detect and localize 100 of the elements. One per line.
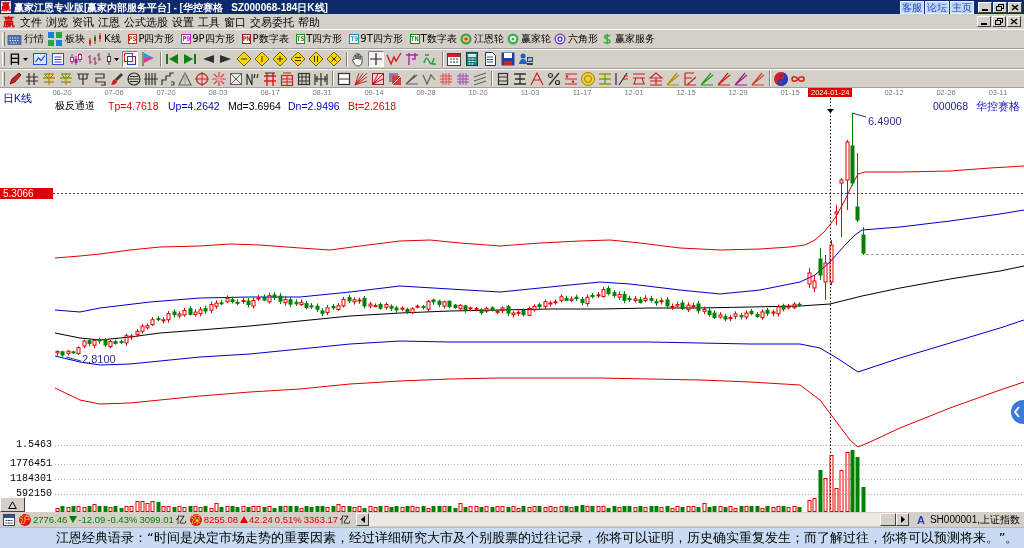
parallel-lines-icon[interactable] xyxy=(472,70,488,87)
toolbar-button[interactable]: 9P四方形 xyxy=(192,33,235,45)
toolbar-button[interactable]: 板块 xyxy=(65,33,85,45)
flag-lines-icon[interactable] xyxy=(682,70,698,87)
menu-item[interactable]: 浏览 xyxy=(44,14,70,29)
diamond-icon[interactable] xyxy=(254,51,270,67)
circle-lines-icon[interactable] xyxy=(126,70,142,87)
hash-icon[interactable] xyxy=(24,70,40,87)
pencil-lines-icon[interactable] xyxy=(614,70,630,87)
diamond-icon[interactable] xyxy=(308,51,324,67)
wheel-icon[interactable] xyxy=(506,33,519,45)
scroll-right-button[interactable] xyxy=(896,513,909,526)
percent-icon[interactable] xyxy=(546,70,562,87)
toolbar-button[interactable]: 赢家轮 xyxy=(520,33,551,45)
grid-icon[interactable] xyxy=(296,70,312,87)
square-icon[interactable] xyxy=(336,70,352,87)
period-dropdown[interactable]: 日 xyxy=(7,50,30,68)
ruled-box-icon[interactable] xyxy=(495,70,511,87)
users-icon[interactable] xyxy=(518,51,534,67)
restore-button[interactable] xyxy=(993,1,1007,13)
hook-icon[interactable] xyxy=(92,70,108,87)
toolbar-button[interactable]: 行情 xyxy=(24,33,44,45)
calendar-icon[interactable] xyxy=(3,513,15,526)
save-icon[interactable] xyxy=(500,51,516,67)
level-lines-icon[interactable] xyxy=(648,70,664,87)
minimize-button[interactable] xyxy=(977,16,991,27)
pen-icon[interactable] xyxy=(7,70,23,87)
menu-item[interactable]: 工具 xyxy=(196,14,222,29)
diamond-icon[interactable] xyxy=(236,51,252,67)
panel-toggle-button[interactable] xyxy=(0,497,25,512)
bars-icon[interactable] xyxy=(143,70,159,87)
toolbar-button[interactable]: 江恩轮 xyxy=(473,33,504,45)
unit-label: 亿 xyxy=(175,513,186,526)
indicator-value: Bt=2.2618 xyxy=(348,100,397,112)
layers-icon[interactable] xyxy=(387,70,403,87)
menu-item[interactable]: 交易委托 xyxy=(248,14,296,29)
close-button[interactable] xyxy=(1008,1,1022,13)
link-button[interactable]: 主页 xyxy=(950,0,974,14)
steps-icon[interactable] xyxy=(160,70,176,87)
skip-start-icon[interactable] xyxy=(164,51,180,67)
triangle-ruler-icon[interactable] xyxy=(177,70,193,87)
bracket-icon[interactable] xyxy=(404,51,420,67)
angle-lines-icon[interactable] xyxy=(716,70,732,87)
angle-lines-icon[interactable] xyxy=(733,70,749,87)
horizontal-scrollbar[interactable] xyxy=(356,513,909,526)
toolbar-button[interactable]: 六角形 xyxy=(567,33,598,45)
toolbar-button[interactable]: 9T四方形 xyxy=(360,33,403,45)
box-cross-icon[interactable] xyxy=(228,70,244,87)
restore-button[interactable] xyxy=(992,16,1006,27)
fan-icon[interactable] xyxy=(353,70,369,87)
diamond-icon[interactable] xyxy=(272,51,288,67)
toolbar-button[interactable]: P数字表 xyxy=(252,33,289,45)
zigzag-icon[interactable] xyxy=(386,51,402,67)
toolbar-button[interactable]: P四方形 xyxy=(138,33,175,45)
chevron-left-icon[interactable] xyxy=(1011,400,1024,424)
menu-item[interactable]: 窗口 xyxy=(222,14,248,29)
menu-item[interactable]: 文件 xyxy=(18,14,44,29)
yin-yang-icon[interactable] xyxy=(773,70,789,87)
frame-icon[interactable] xyxy=(313,70,329,87)
toolbar-button[interactable]: T四方形 xyxy=(306,33,343,45)
calculator-icon[interactable] xyxy=(464,51,480,67)
diamond-icon[interactable] xyxy=(326,51,342,67)
toolbar-button[interactable]: K线 xyxy=(104,33,121,45)
target-icon[interactable] xyxy=(553,33,566,45)
document-icon[interactable] xyxy=(482,51,498,67)
crosshair-icon[interactable] xyxy=(368,51,384,67)
hand-icon[interactable] xyxy=(350,51,366,67)
box-fan-icon[interactable] xyxy=(370,70,386,87)
list-icon[interactable] xyxy=(50,51,66,67)
link-button[interactable]: 客服 xyxy=(900,0,924,14)
candlestick-icon[interactable] xyxy=(68,51,84,67)
toolbar-button[interactable]: T数字表 xyxy=(420,33,457,45)
index-toggle-button[interactable]: A xyxy=(917,513,925,526)
high-price-label: 6.4900 xyxy=(868,116,902,127)
minimize-button[interactable] xyxy=(978,1,992,13)
menu-item[interactable]: 公式选股 xyxy=(122,14,170,29)
index-value: 2776.46 xyxy=(33,513,68,526)
candle-dropdown-icon[interactable] xyxy=(104,51,120,67)
link-button[interactable]: 论坛 xyxy=(925,0,949,14)
stacked-lines-icon[interactable] xyxy=(512,70,528,87)
menu-item[interactable]: 资讯 xyxy=(70,14,96,29)
window-icon[interactable] xyxy=(32,51,48,67)
toolbar-button[interactable]: 赢家服务 xyxy=(614,33,655,45)
menu-item[interactable]: 设置 xyxy=(170,14,196,29)
candlestick-icon[interactable] xyxy=(88,32,102,46)
close-button[interactable] xyxy=(1007,16,1021,27)
scroll-thumb[interactable] xyxy=(880,513,896,526)
menu-item[interactable]: 帮助 xyxy=(296,14,322,29)
fork-icon[interactable] xyxy=(75,70,91,87)
brush-icon[interactable] xyxy=(109,70,125,87)
angle-lines-icon[interactable] xyxy=(750,70,766,87)
ring-icon[interactable] xyxy=(459,33,472,45)
menu-item[interactable]: 江恩 xyxy=(96,14,122,29)
diamond-icon[interactable] xyxy=(290,51,306,67)
scroll-left-button[interactable] xyxy=(356,513,370,526)
circle-cross-icon[interactable] xyxy=(194,70,210,87)
close-icon xyxy=(1011,3,1019,11)
overlap-squares-icon[interactable] xyxy=(122,51,138,67)
calendar-icon[interactable] xyxy=(446,51,462,67)
level-lines-icon[interactable] xyxy=(631,70,647,87)
